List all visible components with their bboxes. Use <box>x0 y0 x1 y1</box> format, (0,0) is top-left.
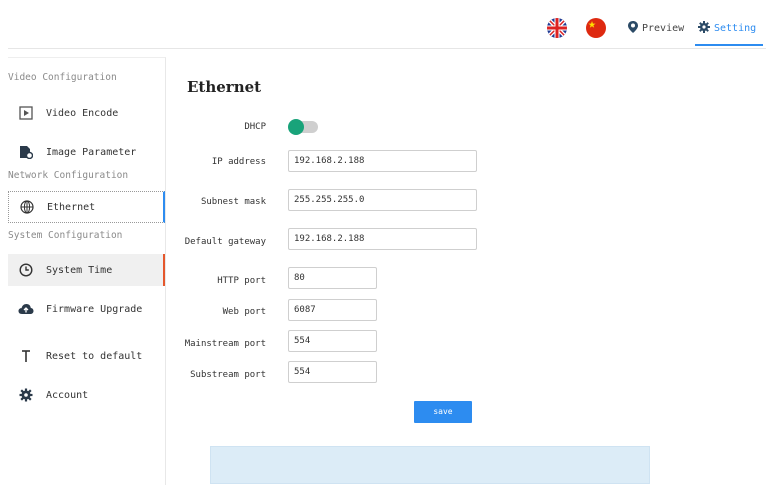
substream-port-input[interactable]: 554 <box>288 361 377 383</box>
page-title: Ethernet <box>187 78 262 96</box>
location-pin-icon <box>628 21 638 36</box>
http-port-input[interactable]: 80 <box>288 267 377 289</box>
group-title-network: Network Configuration <box>8 170 129 181</box>
dhcp-toggle[interactable] <box>288 119 318 135</box>
nav-setting[interactable]: Setting <box>698 21 756 36</box>
substream-port-label: Substream port <box>190 370 266 380</box>
group-title-system: System Configuration <box>8 230 123 241</box>
sidebar-item-firmware-upgrade[interactable]: Firmware Upgrade <box>8 293 165 325</box>
nav-preview-label: Preview <box>642 23 685 34</box>
sidebar-item-system-time[interactable]: System Time <box>8 254 165 286</box>
sidebar-item-label: Reset to default <box>46 350 143 362</box>
default-gateway-label: Default gateway <box>184 237 266 247</box>
sidebar: Video Configuration Video Encode Image P… <box>8 57 166 485</box>
sidebar-item-label: Video Encode <box>46 107 119 119</box>
mainstream-port-label: Mainstream port <box>184 339 266 349</box>
clock-icon <box>18 262 34 278</box>
nav-setting-label: Setting <box>714 23 757 34</box>
save-button[interactable]: save <box>414 401 472 423</box>
gear-icon <box>698 21 710 36</box>
subnet-mask-input[interactable]: 255.255.255.0 <box>288 189 477 211</box>
gear-icon <box>18 387 34 403</box>
http-port-label: HTTP port <box>217 276 266 286</box>
subnet-mask-label: Subnest mask <box>200 197 266 207</box>
uk-flag-icon[interactable] <box>547 18 567 38</box>
sidebar-item-label: Firmware Upgrade <box>46 303 143 315</box>
web-port-label: Web port <box>222 307 266 317</box>
sidebar-item-label: System Time <box>46 264 113 276</box>
nav-preview[interactable]: Preview <box>628 21 684 36</box>
video-icon <box>18 105 34 121</box>
reset-icon <box>18 348 34 364</box>
top-bar: Preview Setting <box>8 8 766 49</box>
ip-address-label: IP address <box>211 157 266 167</box>
mainstream-port-input[interactable]: 554 <box>288 330 377 352</box>
cloud-upload-icon <box>18 301 34 317</box>
sidebar-item-account[interactable]: Account <box>8 379 165 411</box>
sidebar-item-reset-default[interactable]: Reset to default <box>8 340 165 372</box>
globe-icon <box>19 199 35 215</box>
sidebar-item-label: Account <box>46 389 89 401</box>
sidebar-item-image-parameter[interactable]: Image Parameter <box>8 136 165 168</box>
toggle-knob <box>288 119 304 135</box>
group-title-video: Video Configuration <box>8 72 117 83</box>
sidebar-item-label: Ethernet <box>47 201 96 213</box>
default-gateway-input[interactable]: 192.168.2.188 <box>288 228 477 250</box>
sidebar-item-video-encode[interactable]: Video Encode <box>8 97 165 129</box>
sidebar-item-ethernet[interactable]: Ethernet <box>8 191 165 223</box>
active-tab-underline <box>695 44 763 46</box>
dhcp-label: DHCP <box>244 122 266 132</box>
sidebar-item-label: Image Parameter <box>46 146 137 158</box>
ip-address-input[interactable]: 192.168.2.188 <box>288 150 477 172</box>
info-panel <box>210 446 650 484</box>
web-port-input[interactable]: 6087 <box>288 299 377 321</box>
image-settings-icon <box>18 144 34 160</box>
main-content: Ethernet DHCP IP address 192.168.2.188 S… <box>166 57 766 484</box>
china-flag-icon[interactable] <box>586 18 606 38</box>
